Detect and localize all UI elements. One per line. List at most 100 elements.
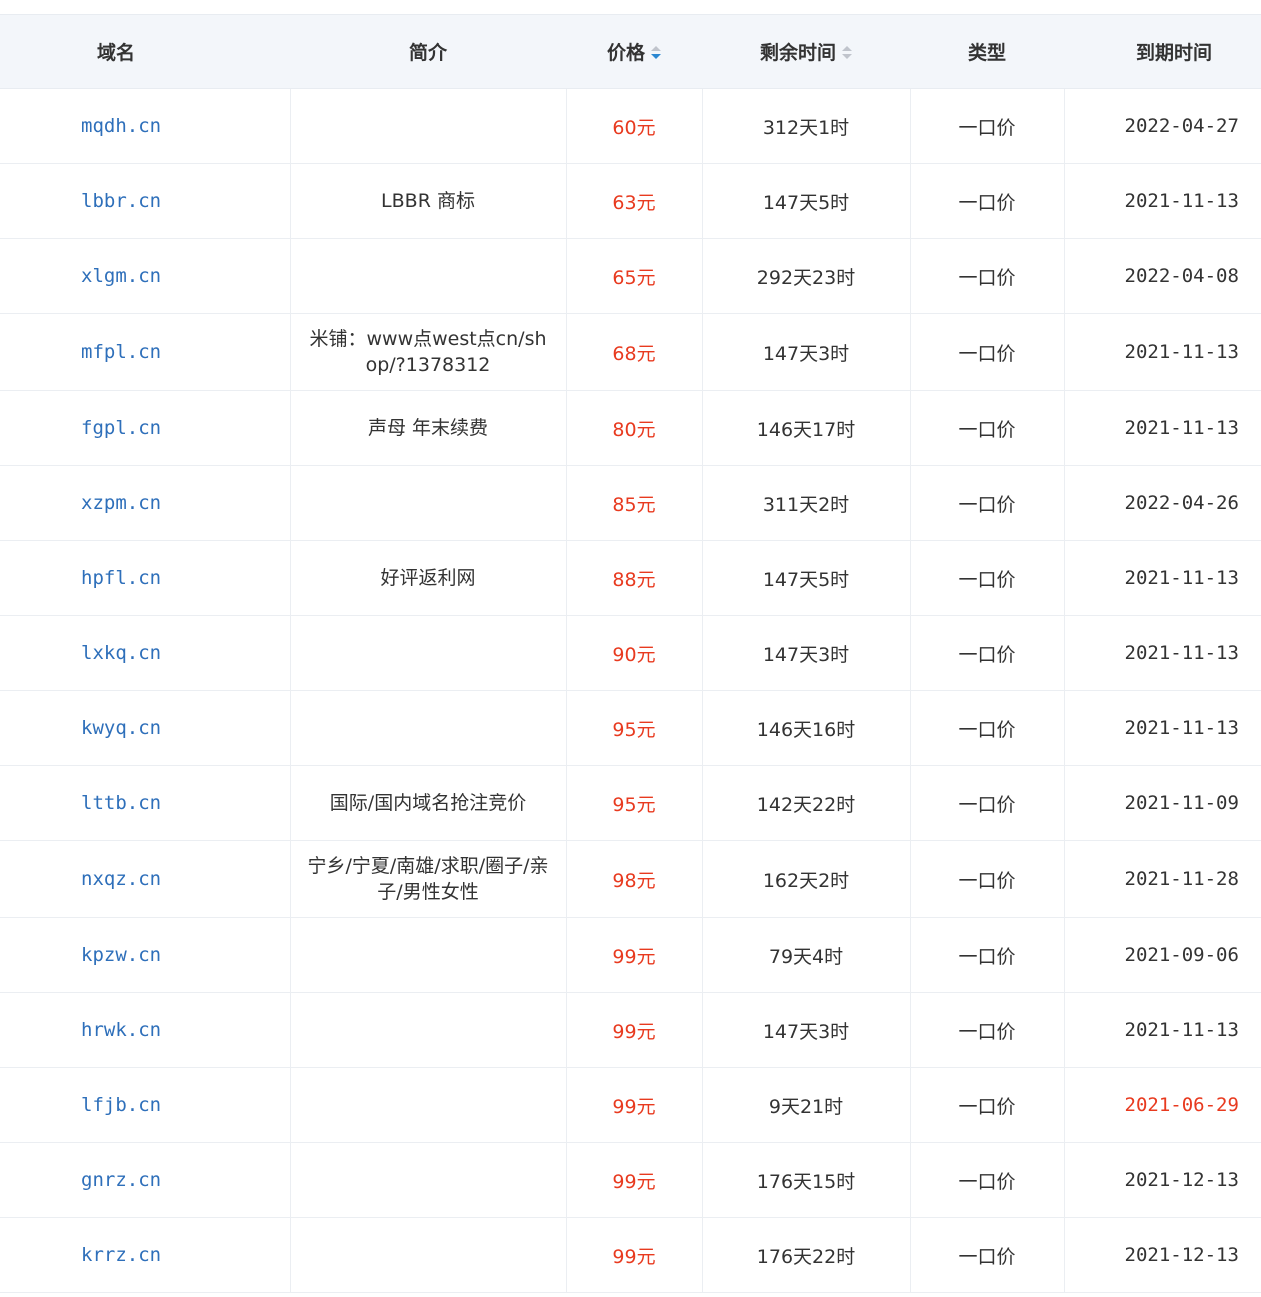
domain-link[interactable]: nxqz.cn: [81, 868, 161, 890]
domain-link[interactable]: hpfl.cn: [81, 567, 161, 589]
remain-cell: 142天22时: [701, 765, 911, 841]
desc-cell: [290, 1217, 567, 1293]
type-cell: 一口价: [910, 238, 1065, 314]
type-cell: 一口价: [910, 840, 1065, 918]
header-price[interactable]: 价格: [566, 14, 702, 89]
price-cell: 99元: [566, 992, 703, 1068]
desc-cell: [290, 690, 567, 766]
price-cell: 60元: [566, 88, 703, 164]
expire-cell: 2021-11-28: [1064, 840, 1261, 918]
type-cell: 一口价: [910, 690, 1065, 766]
desc-cell: 宁乡/宁夏/南雄/求职/圈子/亲子/男性女性: [290, 840, 567, 918]
table-row: kpzw.cn 99元 79天4时 一口价 2021-09-06: [0, 917, 1261, 993]
domain-link[interactable]: xlgm.cn: [81, 265, 161, 287]
price-cell: 99元: [566, 1142, 703, 1218]
header-type-label: 类型: [967, 42, 1006, 64]
table-row: xlgm.cn 65元 292天23时 一口价 2022-04-08: [0, 238, 1261, 314]
header-remain-label[interactable]: 剩余时间: [760, 42, 836, 64]
type-cell: 一口价: [910, 390, 1065, 466]
domain-link[interactable]: xzpm.cn: [81, 492, 161, 514]
type-cell: 一口价: [910, 615, 1065, 691]
type-cell: 一口价: [910, 540, 1065, 616]
domain-cell: fgpl.cn: [0, 390, 291, 466]
domain-link[interactable]: hrwk.cn: [81, 1019, 161, 1041]
header-expire: 到期时间: [1064, 14, 1261, 89]
domain-cell: lfjb.cn: [0, 1067, 291, 1143]
desc-cell: LBBR 商标: [290, 163, 567, 239]
expire-cell: 2021-11-13: [1064, 163, 1261, 239]
table-row: mfpl.cn 米铺：www点west点cn/shop/?1378312 68元 14…: [0, 313, 1261, 391]
header-price-label[interactable]: 价格: [607, 42, 645, 64]
domain-link[interactable]: fgpl.cn: [81, 417, 161, 439]
domain-cell: gnrz.cn: [0, 1142, 291, 1218]
desc-cell: 国际/国内域名抢注竞价: [290, 765, 567, 841]
table-row: lxkq.cn 90元 147天3时 一口价 2021-11-13: [0, 615, 1261, 691]
domain-link[interactable]: lttb.cn: [81, 792, 161, 814]
desc-cell: [290, 88, 567, 164]
remain-cell: 147天3时: [701, 992, 911, 1068]
expire-cell: 2021-12-13: [1064, 1142, 1261, 1218]
table-row: kwyq.cn 95元 146天16时 一口价 2021-11-13: [0, 690, 1261, 766]
remain-cell: 176天15时: [701, 1142, 911, 1218]
domain-link[interactable]: gnrz.cn: [81, 1169, 161, 1191]
desc-cell: [290, 1142, 567, 1218]
domain-cell: xzpm.cn: [0, 465, 291, 541]
domain-table: 域名 简介 价格 剩余时间 类型 到期时间 mqdh.cn 60元 312天1时 一口…: [0, 14, 1261, 1293]
table-body: mqdh.cn 60元 312天1时 一口价 2022-04-27 lbbr.cn LBBR…: [0, 88, 1261, 1293]
expire-cell: 2021-11-09: [1064, 765, 1261, 841]
header-desc: 简介: [290, 14, 566, 89]
expire-cell: 2022-04-26: [1064, 465, 1261, 541]
domain-cell: krrz.cn: [0, 1217, 291, 1293]
domain-link[interactable]: lfjb.cn: [81, 1094, 161, 1116]
remain-cell: 147天5时: [701, 163, 911, 239]
header-remain[interactable]: 剩余时间: [702, 14, 910, 89]
remain-cell: 176天22时: [701, 1217, 911, 1293]
price-cell: 88元: [566, 540, 703, 616]
type-cell: 一口价: [910, 1142, 1065, 1218]
domain-link[interactable]: mqdh.cn: [81, 115, 161, 137]
price-cell: 99元: [566, 1217, 703, 1293]
desc-cell: [290, 238, 567, 314]
table-row: hpfl.cn 好评返利网 88元 147天5时 一口价 2021-11-13: [0, 540, 1261, 616]
price-cell: 65元: [566, 238, 703, 314]
table-row: krrz.cn 99元 176天22时 一口价 2021-12-13: [0, 1217, 1261, 1293]
domain-link[interactable]: kpzw.cn: [81, 944, 161, 966]
domain-cell: mqdh.cn: [0, 88, 291, 164]
expire-cell: 2021-11-13: [1064, 313, 1261, 391]
remain-cell: 147天3时: [701, 615, 911, 691]
table-row: hrwk.cn 99元 147天3时 一口价 2021-11-13: [0, 992, 1261, 1068]
header-type: 类型: [910, 14, 1064, 89]
type-cell: 一口价: [910, 88, 1065, 164]
desc-cell: [290, 465, 567, 541]
domain-cell: lttb.cn: [0, 765, 291, 841]
header-expire-label: 到期时间: [1136, 42, 1213, 64]
price-cell: 90元: [566, 615, 703, 691]
header-desc-label: 简介: [408, 42, 447, 64]
domain-cell: hpfl.cn: [0, 540, 291, 616]
domain-cell: lxkq.cn: [0, 615, 291, 691]
sort-remain-icon[interactable]: [842, 45, 852, 61]
price-cell: 80元: [566, 390, 703, 466]
domain-cell: xlgm.cn: [0, 238, 291, 314]
remain-cell: 146天16时: [701, 690, 911, 766]
domain-link[interactable]: lxkq.cn: [81, 642, 161, 664]
domain-link[interactable]: mfpl.cn: [81, 341, 161, 363]
expire-cell: 2021-11-13: [1064, 690, 1261, 766]
expire-cell: 2021-09-06: [1064, 917, 1261, 993]
domain-link[interactable]: kwyq.cn: [81, 717, 161, 739]
domain-link[interactable]: lbbr.cn: [81, 190, 161, 212]
table-row: xzpm.cn 85元 311天2时 一口价 2022-04-26: [0, 465, 1261, 541]
expire-cell: 2021-11-13: [1064, 540, 1261, 616]
sort-price-icon[interactable]: [651, 45, 661, 61]
type-cell: 一口价: [910, 1067, 1065, 1143]
remain-cell: 162天2时: [701, 840, 911, 918]
domain-link[interactable]: krrz.cn: [81, 1244, 161, 1266]
desc-cell: [290, 992, 567, 1068]
price-cell: 95元: [566, 765, 703, 841]
remain-cell: 311天2时: [701, 465, 911, 541]
table-header: 域名 简介 价格 剩余时间 类型 到期时间: [0, 14, 1261, 89]
table-row: fgpl.cn 声母 年末续费 80元 146天17时 一口价 2021-11-13: [0, 390, 1261, 466]
remain-cell: 146天17时: [701, 390, 911, 466]
remain-cell: 147天5时: [701, 540, 911, 616]
header-domain: 域名: [0, 14, 290, 89]
